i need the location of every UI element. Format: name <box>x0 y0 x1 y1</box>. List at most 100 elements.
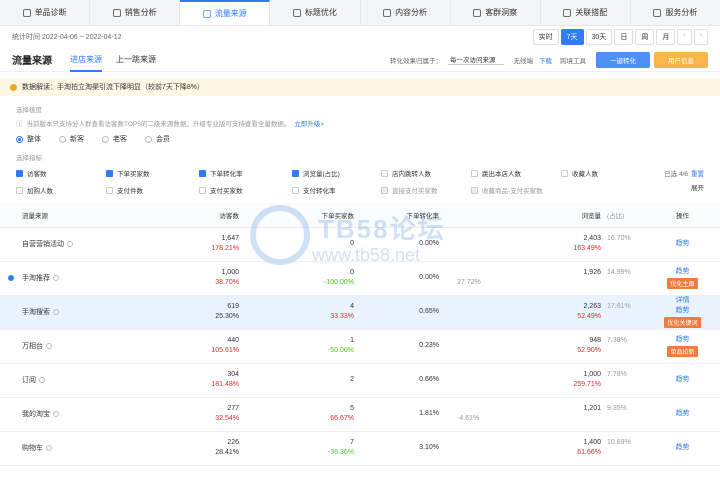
nav-tab-label: 销售分析 <box>124 8 157 17</box>
expand-toggle[interactable]: 展开 <box>691 182 704 192</box>
op-link[interactable]: 趋势 <box>649 335 716 345</box>
source-cell: 万相台 <box>0 329 170 364</box>
cell-change: 25.30% <box>215 313 239 320</box>
metric-checkbox[interactable]: 收藏人数 <box>561 168 651 178</box>
metrics-label: 选择指标 <box>16 155 42 162</box>
metric-checkbox[interactable]: 访客数 <box>16 168 106 178</box>
date-mode-option[interactable]: 日 <box>614 29 634 45</box>
metric-checkbox[interactable]: 支付买家数 <box>199 185 292 195</box>
help-icon[interactable] <box>46 343 52 350</box>
nav-tab-4[interactable]: 内容分析 <box>361 0 451 25</box>
nav-tab-label: 单品诊断 <box>34 8 67 17</box>
op-link[interactable]: 趋势 <box>649 375 716 385</box>
table-row[interactable]: 自营营销活动 1,647 178.21% 0 0.00% 2,403 16.70% 163.4… <box>0 227 720 262</box>
date-mode-selector: 实时 7天 30天日周月 ‹ › <box>532 29 708 45</box>
nav-tab-icon <box>473 8 482 17</box>
action-tag-button[interactable]: 单品拉新 <box>667 346 698 357</box>
checkbox-icon <box>471 169 478 177</box>
col-order-rate[interactable]: 下单转化率 <box>360 203 445 228</box>
cell-change: 163.49% <box>573 245 601 252</box>
nav-tab-5[interactable]: 客群洞察 <box>451 0 541 25</box>
op-link[interactable]: 趋势 <box>649 239 716 249</box>
metric-checkbox[interactable]: 下单转化率 <box>199 168 292 178</box>
col-pageviews[interactable]: 浏览量 (占比) <box>445 203 645 228</box>
metric-label: 直接支付买家数 <box>392 188 438 195</box>
user-info-button[interactable]: 用户信息 <box>654 51 708 68</box>
tools-link[interactable]: 跨境工具 <box>560 55 586 65</box>
table-row[interactable]: 万相台 440 105.61% 1 -50.00% 0.23% 948 7.38% 52.90%… <box>0 329 720 364</box>
download-link[interactable]: 下载 <box>539 55 552 65</box>
metric-checkbox[interactable]: 下单买家数 <box>106 168 199 178</box>
help-icon[interactable] <box>53 309 59 316</box>
table-row[interactable]: 我的淘宝 277 32.54% 5 66.67% 1.81% 1,201 9.35% -4.61… <box>0 397 720 432</box>
crowd-radio[interactable]: 会员 <box>145 134 170 144</box>
cell-change: 61.66% <box>577 449 601 456</box>
prev-period-icon[interactable]: ‹ <box>677 29 692 45</box>
nav-tab-label: 关联搭配 <box>575 8 608 17</box>
op-link[interactable]: 详情 <box>649 296 716 306</box>
cell-change: 38.70% <box>215 279 239 286</box>
cell-value: 3.10% <box>419 444 439 451</box>
table-row[interactable]: 手淘搜索 619 25.30% 4 33.33% 0.65% 2,263 17.61% 52.4… <box>0 295 720 330</box>
checkbox-icon <box>381 186 388 194</box>
date-mode-option[interactable]: 30天 <box>585 29 613 45</box>
nav-tab-0[interactable]: 单品诊断 <box>0 0 91 25</box>
next-period-icon[interactable]: › <box>693 29 708 45</box>
metric-checkbox[interactable]: 浏览量(占比) <box>292 168 381 178</box>
action-tag-button[interactable]: 优化关键词 <box>664 317 701 328</box>
terminal-select[interactable]: 无线端 <box>514 55 534 65</box>
help-icon[interactable] <box>67 241 73 248</box>
upgrade-link[interactable]: 立即升级> <box>294 118 324 128</box>
date-mode-option[interactable]: 7天 <box>560 29 584 45</box>
cell-value: 1,926 14.99% <box>451 268 639 278</box>
nav-tab-icon <box>22 8 31 17</box>
table-row[interactable]: 购物车 226 28.41% 7 -36.36% 3.10% 1,400 10.89% 61.6… <box>0 431 720 466</box>
help-icon[interactable] <box>46 445 52 452</box>
metric-checkbox[interactable]: 跳出本店人数 <box>471 168 561 178</box>
cell-change: 66.67% <box>330 415 354 422</box>
metric-checkbox[interactable]: 支付转化率 <box>292 185 381 195</box>
col-visitors[interactable]: 访客数 <box>170 203 245 228</box>
help-icon[interactable] <box>53 411 59 418</box>
op-link[interactable]: 趋势 <box>649 267 716 277</box>
conversion-select[interactable]: 每一次访问来源 <box>448 54 504 65</box>
help-icon[interactable] <box>53 275 59 282</box>
table-row[interactable]: 手淘推荐 1,000 38.70% 0 -100.00% 0.00% 1,926 14.99%… <box>0 261 720 296</box>
nav-tab-label: 流量来源 <box>214 9 247 18</box>
table-row[interactable]: 订阅 304 181.48% 2 0.66% 1,000 7.78% 259.71% 趋势 <box>0 363 720 398</box>
action-tag-button[interactable]: 优化主图 <box>667 278 698 289</box>
nav-tab-6[interactable]: 关联搭配 <box>541 0 631 25</box>
metric-checkbox[interactable]: 加购人数 <box>16 185 106 195</box>
metric-checkbox: 直接支付买家数 <box>381 185 471 195</box>
visitors-cell: 304 181.48% <box>170 363 245 398</box>
crowd-radio[interactable]: 整体 <box>16 134 41 144</box>
metric-checkbox[interactable]: 店内跳转人数 <box>381 168 471 178</box>
operations-cell: 趋势 单品拉新 <box>645 329 720 364</box>
op-link[interactable]: 趋势 <box>649 443 716 453</box>
date-mode-option[interactable]: 周 <box>635 29 655 45</box>
tab-store-entry-source[interactable]: 进店来源 <box>70 48 102 72</box>
nav-tab-7[interactable]: 服务分析 <box>631 0 720 25</box>
crowd-radio[interactable]: 老客 <box>102 134 127 144</box>
op-link[interactable]: 趋势 <box>649 409 716 419</box>
checkbox-icon <box>16 186 23 194</box>
crowd-radio[interactable]: 新客 <box>59 134 84 144</box>
crowd-radio-label: 新客 <box>70 136 84 143</box>
date-mode-option[interactable]: 实时 <box>532 29 559 45</box>
reset-link[interactable]: 重置 <box>691 171 704 178</box>
source-name: 手淘推荐 <box>22 275 50 282</box>
nav-tab-2[interactable]: 流量来源 <box>180 0 271 25</box>
date-mode-option[interactable]: 月 <box>656 29 676 45</box>
nav-tab-1[interactable]: 销售分析 <box>90 0 181 25</box>
metric-label: 跳出本店人数 <box>482 171 521 178</box>
metric-checkbox[interactable]: 支付件数 <box>106 185 199 195</box>
op-link[interactable]: 趋势 <box>649 306 716 316</box>
one-click-convert-button[interactable]: 一键转化 <box>596 51 650 68</box>
col-order-buyers[interactable]: 下单买家数 <box>245 203 360 228</box>
help-icon[interactable] <box>39 377 45 384</box>
nav-tab-3[interactable]: 标题优化 <box>270 0 361 25</box>
crowd-radio-label: 整体 <box>27 136 41 143</box>
share-value: 7.38% <box>607 337 627 344</box>
source-name: 自营营销活动 <box>22 241 64 248</box>
tab-previous-hop-source[interactable]: 上一跳来源 <box>116 48 156 72</box>
